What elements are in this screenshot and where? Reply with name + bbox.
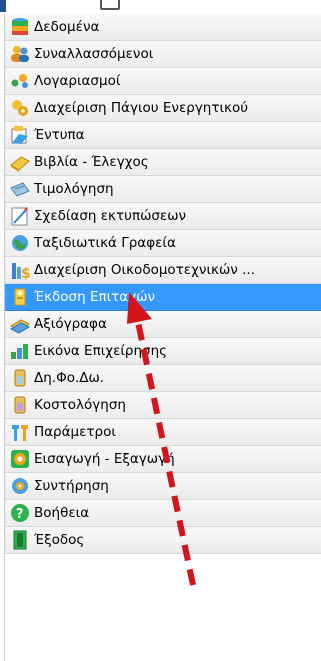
- menu-item-travel-agencies[interactable]: Ταξιδιωτικά Γραφεία: [5, 230, 321, 257]
- invoicing-icon: [8, 177, 32, 201]
- menu-item-label: Εικόνα Επιχείρησης: [34, 342, 168, 359]
- help-icon: ?: [8, 501, 32, 525]
- menu-item-accounts[interactable]: Λογαριασμοί: [5, 68, 321, 95]
- users-icon: [8, 42, 32, 66]
- menu-item-label: Έντυπα: [34, 126, 85, 143]
- menu-item-construction-management[interactable]: $ Διαχείριση Οικοδομοτεχνικών ...: [5, 257, 321, 284]
- menu-item-check-issuance[interactable]: Έκδοση Επιταγών: [5, 284, 321, 311]
- menu-item-label: Δη.Φο.Δω.: [34, 369, 105, 386]
- menu-item-label: Συναλλασσόμενοι: [34, 45, 154, 62]
- menu-item-counterparties[interactable]: Συναλλασσόμενοι: [5, 41, 321, 68]
- database-icon: [8, 15, 32, 39]
- menu-item-label: Σχεδίαση εκτυπώσεων: [34, 207, 187, 224]
- construction-icon: $: [8, 258, 32, 282]
- menu-item-parameters[interactable]: Παράμετροι: [5, 419, 321, 446]
- menu-item-label: Αξιόγραφα: [34, 315, 107, 332]
- menu-item-print-design[interactable]: Σχεδίαση εκτυπώσεων: [5, 203, 321, 230]
- main-menu: Δεδομένα Συναλλασσόμενοι Λογαριασμοί Δια…: [4, 14, 321, 661]
- menu-item-costing[interactable]: Κοστολόγηση: [5, 392, 321, 419]
- menu-item-label: Ταξιδιωτικά Γραφεία: [34, 234, 176, 251]
- menu-item-maintenance[interactable]: Συντήρηση: [5, 473, 321, 500]
- app-window: Δεδομένα Συναλλασσόμενοι Λογαριασμοί Δια…: [0, 0, 321, 661]
- menu-item-forms[interactable]: Έντυπα: [5, 122, 321, 149]
- checks-issue-icon: [8, 285, 32, 309]
- menu-item-label: Έξοδος: [34, 531, 85, 548]
- costing-icon: [8, 393, 32, 417]
- accounts-icon: [8, 69, 32, 93]
- logo-box-graphic: [100, 0, 120, 10]
- menu-item-securities[interactable]: Αξιόγραφα: [5, 311, 321, 338]
- menu-item-exit[interactable]: Έξοδος: [5, 527, 321, 554]
- maintenance-icon: [8, 474, 32, 498]
- menu-item-help[interactable]: ? Βοήθεια: [5, 500, 321, 527]
- menu-item-import-export[interactable]: Εισαγωγή - Εξαγωγή: [5, 446, 321, 473]
- menu-item-label: Παράμετροι: [34, 423, 116, 440]
- menu-item-label: Λογαριασμοί: [34, 72, 121, 89]
- menu-item-business-overview[interactable]: Εικόνα Επιχείρησης: [5, 338, 321, 365]
- menu-item-fixed-assets[interactable]: Διαχείριση Πάγιου Ενεργητικού: [5, 95, 321, 122]
- business-overview-icon: [8, 339, 32, 363]
- menu-item-label: Βοήθεια: [34, 504, 90, 521]
- books-icon: [8, 150, 32, 174]
- menu-item-dhfodo[interactable]: Δη.Φο.Δω.: [5, 365, 321, 392]
- menu-item-label: Δεδομένα: [34, 18, 100, 35]
- menu-item-label: Διαχείριση Οικοδομοτεχνικών ...: [34, 261, 255, 278]
- travel-icon: [8, 231, 32, 255]
- menu-item-label: Συντήρηση: [34, 477, 109, 494]
- parameters-icon: [8, 420, 32, 444]
- fixed-assets-icon: [8, 96, 32, 120]
- app-logo-strip: [0, 0, 321, 12]
- exit-icon: [8, 528, 32, 552]
- svg-text:?: ?: [16, 507, 24, 522]
- menu-item-books-audit[interactable]: Βιβλία - Έλεγχος: [5, 149, 321, 176]
- menu-item-data[interactable]: Δεδομένα: [5, 14, 321, 41]
- menu-item-label: Έκδοση Επιταγών: [34, 288, 156, 305]
- menu-item-label: Κοστολόγηση: [34, 396, 126, 413]
- menu-item-label: Εισαγωγή - Εξαγωγή: [34, 450, 175, 467]
- logo-bar-graphic: [0, 0, 6, 12]
- menu-item-label: Διαχείριση Πάγιου Ενεργητικού: [34, 99, 249, 116]
- menu-item-label: Βιβλία - Έλεγχος: [34, 153, 149, 170]
- menu-item-label: Τιμολόγηση: [34, 180, 114, 197]
- print-design-icon: [8, 204, 32, 228]
- import-export-icon: [8, 447, 32, 471]
- menu-item-invoicing[interactable]: Τιμολόγηση: [5, 176, 321, 203]
- svg-text:$: $: [21, 266, 31, 281]
- forms-icon: [8, 123, 32, 147]
- tax-deduction-icon: [8, 366, 32, 390]
- securities-icon: [8, 312, 32, 336]
